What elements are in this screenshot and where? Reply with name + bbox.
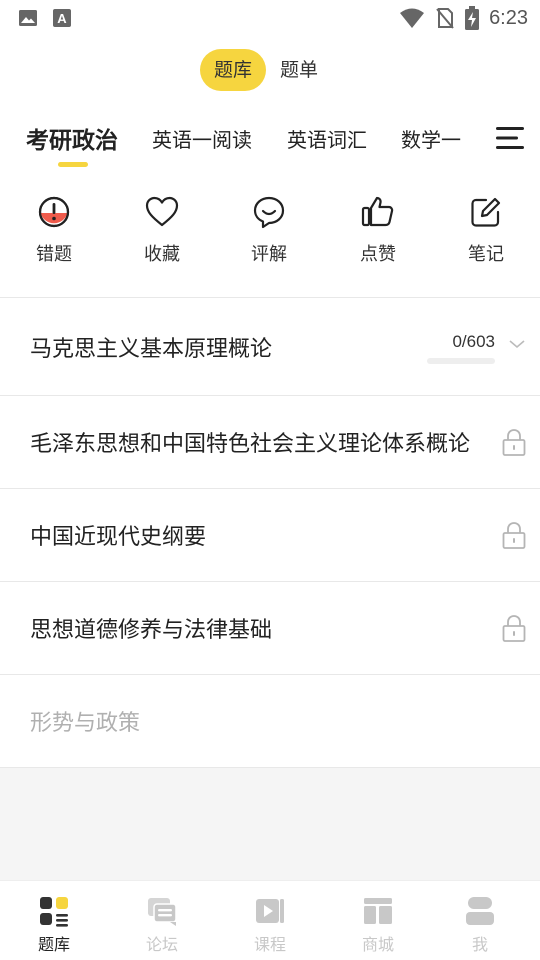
no-sim-icon — [436, 8, 454, 29]
subject-tab-english-reading[interactable]: 英语一阅读 — [152, 124, 252, 153]
segment-question-list[interactable]: 题单 — [266, 49, 332, 91]
wrong-question-icon — [38, 196, 70, 228]
tab-question-bank-label: 题库 — [37, 935, 70, 954]
tab-question-bank[interactable]: 题库 — [24, 895, 84, 955]
profile-icon — [466, 897, 494, 925]
lock-icon — [502, 429, 526, 456]
chevron-down-icon[interactable] — [508, 338, 526, 350]
note-edit-icon — [471, 197, 501, 227]
font-a-icon: A — [53, 9, 71, 27]
action-comments-label: 评解 — [251, 244, 287, 265]
chapter-title: 马克思主义基本原理概论 — [30, 336, 273, 362]
action-favorites[interactable]: 收藏 — [122, 194, 202, 266]
action-likes-label: 点赞 — [360, 244, 396, 265]
chapter-title: 中国近现代史纲要 — [30, 525, 207, 550]
action-wrong-questions-label: 错题 — [36, 244, 72, 265]
chapter-progress-bar — [427, 358, 495, 364]
subject-tab-politics[interactable]: 考研政治 — [26, 121, 118, 155]
chapter-row[interactable]: 毛泽东思想和中国特色社会主义理论体系概论 — [0, 396, 540, 489]
chapter-row[interactable]: 形势与政策 — [0, 675, 540, 768]
chapter-title: 毛泽东思想和中国特色社会主义理论体系概论 — [30, 432, 471, 457]
shop-icon — [364, 898, 392, 924]
subject-tabs: 考研政治 英语一阅读 英语词汇 数学一 — [0, 106, 540, 176]
course-video-icon — [256, 899, 284, 923]
chapter-list: 马克思主义基本原理概论 0/603 毛泽东思想和中国特色社会主义理论体系概论 中… — [0, 298, 540, 768]
wifi-icon — [400, 8, 425, 28]
hamburger-menu-icon[interactable] — [496, 124, 524, 152]
chapter-title: 思想道德修养与法律基础 — [30, 618, 273, 643]
subject-tab-math-one[interactable]: 数学一 — [401, 124, 461, 153]
battery-charging-icon — [465, 6, 480, 30]
status-time: 6:23 — [489, 6, 528, 29]
lock-icon — [502, 615, 526, 642]
tab-shop[interactable]: 商城 — [348, 895, 408, 955]
active-tab-indicator — [58, 162, 88, 167]
segment-question-bank[interactable]: 题库 — [200, 49, 267, 91]
action-favorites-label: 收藏 — [144, 244, 180, 265]
tab-forum-label: 论坛 — [145, 935, 178, 954]
quick-actions: 错题 收藏 评解 点赞 笔记 — [0, 176, 540, 298]
tab-course-label: 课程 — [253, 935, 286, 954]
action-wrong-questions[interactable]: 错题 — [14, 194, 94, 266]
heart-icon — [145, 196, 179, 227]
bottom-tab-bar: 题库 论坛 课程 商城 我 — [0, 880, 540, 960]
chapter-title: 形势与政策 — [30, 711, 141, 736]
action-notes-label: 笔记 — [468, 244, 504, 265]
chapter-row[interactable]: 思想道德修养与法律基础 — [0, 582, 540, 675]
chapter-row[interactable]: 马克思主义基本原理概论 0/603 — [0, 298, 540, 396]
chapter-progress-text: 0/603 — [452, 332, 495, 351]
action-likes[interactable]: 点赞 — [338, 194, 418, 266]
forum-icon — [148, 898, 177, 926]
action-comments[interactable]: 评解 — [229, 194, 309, 266]
comment-icon — [253, 196, 285, 229]
chapter-row[interactable]: 中国近现代史纲要 — [0, 489, 540, 582]
thumbs-up-icon — [361, 196, 394, 227]
top-bar: 题库 题单 — [0, 36, 540, 106]
action-notes[interactable]: 笔记 — [446, 194, 526, 266]
svg-text:A: A — [57, 11, 67, 26]
image-icon — [19, 10, 37, 26]
tab-profile-label: 我 — [471, 935, 488, 954]
segment-control: 题库 题单 — [200, 49, 332, 91]
status-bar: A 6:23 — [0, 0, 540, 36]
tab-forum[interactable]: 论坛 — [132, 895, 192, 955]
lock-icon — [502, 522, 526, 549]
subject-tab-english-vocab[interactable]: 英语词汇 — [287, 124, 367, 153]
tab-course[interactable]: 课程 — [240, 895, 300, 955]
tab-shop-label: 商城 — [361, 935, 394, 954]
question-bank-icon — [40, 897, 68, 927]
tab-profile[interactable]: 我 — [450, 895, 510, 955]
